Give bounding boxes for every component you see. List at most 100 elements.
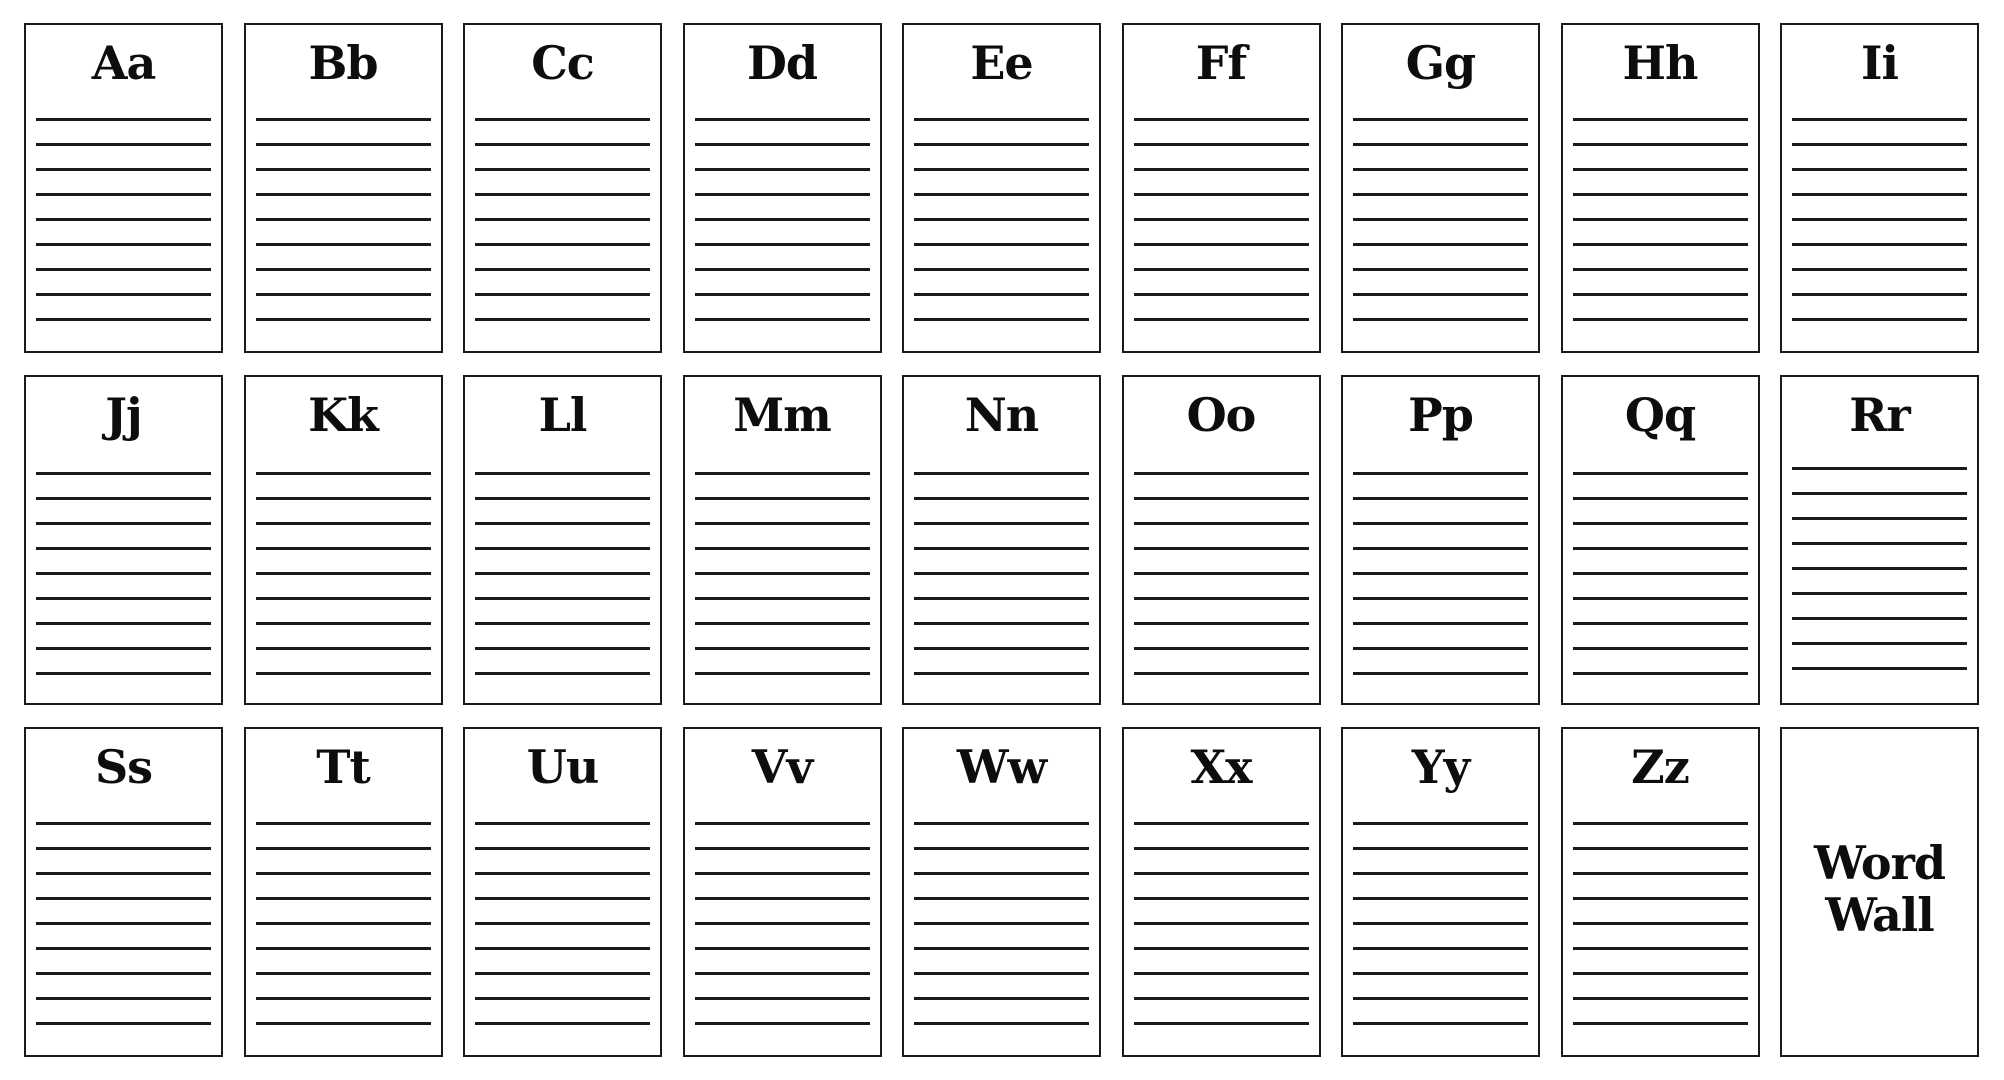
letter-card-v: Vv (682, 727, 882, 1057)
writing-line (475, 947, 650, 950)
letter-card-title: Ii (1861, 36, 1899, 90)
writing-line (475, 522, 650, 525)
letter-card-q: Qq (1560, 375, 1760, 705)
writing-line (914, 622, 1089, 625)
letter-card-b: Bb (243, 23, 443, 353)
letter-card-s: Ss (24, 727, 223, 1057)
word-wall-title-card: Word Wall (1780, 727, 1979, 1057)
writing-line (694, 822, 870, 825)
writing-line (694, 168, 870, 171)
writing-line (475, 1022, 650, 1025)
writing-line (255, 193, 431, 196)
writing-line (1353, 497, 1528, 500)
writing-line (1133, 872, 1309, 875)
writing-line (1572, 622, 1748, 625)
writing-line (36, 897, 211, 900)
letter-card-a: Aa (24, 23, 223, 353)
letter-card-i: Ii (1780, 23, 1979, 353)
letter-card-l: Ll (463, 375, 662, 705)
writing-line (36, 143, 211, 146)
writing-line (255, 522, 431, 525)
writing-line (1133, 522, 1309, 525)
writing-line (1572, 872, 1748, 875)
writing-line (1572, 672, 1748, 675)
letter-card-title: Nn (964, 388, 1040, 442)
writing-line (36, 822, 211, 825)
writing-line (1353, 872, 1528, 875)
writing-line (914, 143, 1089, 146)
writing-line (914, 268, 1089, 271)
writing-line (255, 997, 431, 1000)
letter-card-d: Dd (682, 23, 882, 353)
writing-line (36, 597, 211, 600)
writing-line (36, 522, 211, 525)
writing-line (1133, 143, 1309, 146)
writing-line (475, 897, 650, 900)
writing-line (475, 318, 650, 321)
writing-line (694, 243, 870, 246)
letter-card-title: Cc (531, 36, 595, 90)
writing-line (1133, 193, 1309, 196)
writing-line (36, 293, 211, 296)
writing-line (255, 622, 431, 625)
writing-line (1353, 472, 1528, 475)
writing-line (1133, 947, 1309, 950)
writing-line (1572, 522, 1748, 525)
letter-card-m: Mm (682, 375, 882, 705)
writing-line (475, 497, 650, 500)
writing-line (36, 972, 211, 975)
writing-line (1792, 642, 1967, 645)
letter-card-k: Kk (243, 375, 443, 705)
letter-card-title: Ll (538, 388, 588, 442)
letter-card-h: Hh (1560, 23, 1760, 353)
writing-line (36, 872, 211, 875)
writing-line (1133, 293, 1309, 296)
writing-line (255, 647, 431, 650)
writing-line (914, 672, 1089, 675)
writing-line (255, 168, 431, 171)
letter-card-title: Ff (1195, 36, 1247, 90)
writing-line (475, 547, 650, 550)
letter-card-title: Rr (1849, 388, 1910, 442)
writing-line (1792, 567, 1967, 570)
writing-line (1792, 243, 1967, 246)
letter-card-f: Ff (1121, 23, 1321, 353)
writing-line (914, 947, 1089, 950)
writing-line (475, 572, 650, 575)
writing-line (36, 218, 211, 221)
writing-line (1572, 922, 1748, 925)
writing-line (1353, 597, 1528, 600)
writing-line (694, 597, 870, 600)
writing-line (914, 1022, 1089, 1025)
writing-line (914, 318, 1089, 321)
word-wall-title-line2: Wall (1825, 888, 1934, 942)
word-wall-title: Word Wall (1782, 837, 1977, 941)
writing-line (255, 672, 431, 675)
writing-line (255, 497, 431, 500)
writing-line (1133, 622, 1309, 625)
writing-line (694, 947, 870, 950)
letter-card-u: Uu (463, 727, 662, 1057)
writing-line (1353, 118, 1528, 121)
writing-line (1133, 847, 1309, 850)
writing-line (255, 597, 431, 600)
writing-line (914, 997, 1089, 1000)
writing-line (255, 897, 431, 900)
writing-line (475, 672, 650, 675)
writing-line (1133, 243, 1309, 246)
writing-line (36, 168, 211, 171)
letter-card-e: Ee (902, 23, 1101, 353)
writing-line (475, 972, 650, 975)
letter-card-g: Gg (1341, 23, 1540, 353)
writing-line (914, 472, 1089, 475)
writing-line (1353, 647, 1528, 650)
writing-line (1353, 193, 1528, 196)
writing-line (475, 268, 650, 271)
writing-line (1133, 497, 1309, 500)
writing-line (1353, 572, 1528, 575)
writing-line (1353, 268, 1528, 271)
writing-line (255, 847, 431, 850)
writing-line (36, 268, 211, 271)
letter-card-title: Tt (316, 740, 370, 794)
writing-line (694, 997, 870, 1000)
